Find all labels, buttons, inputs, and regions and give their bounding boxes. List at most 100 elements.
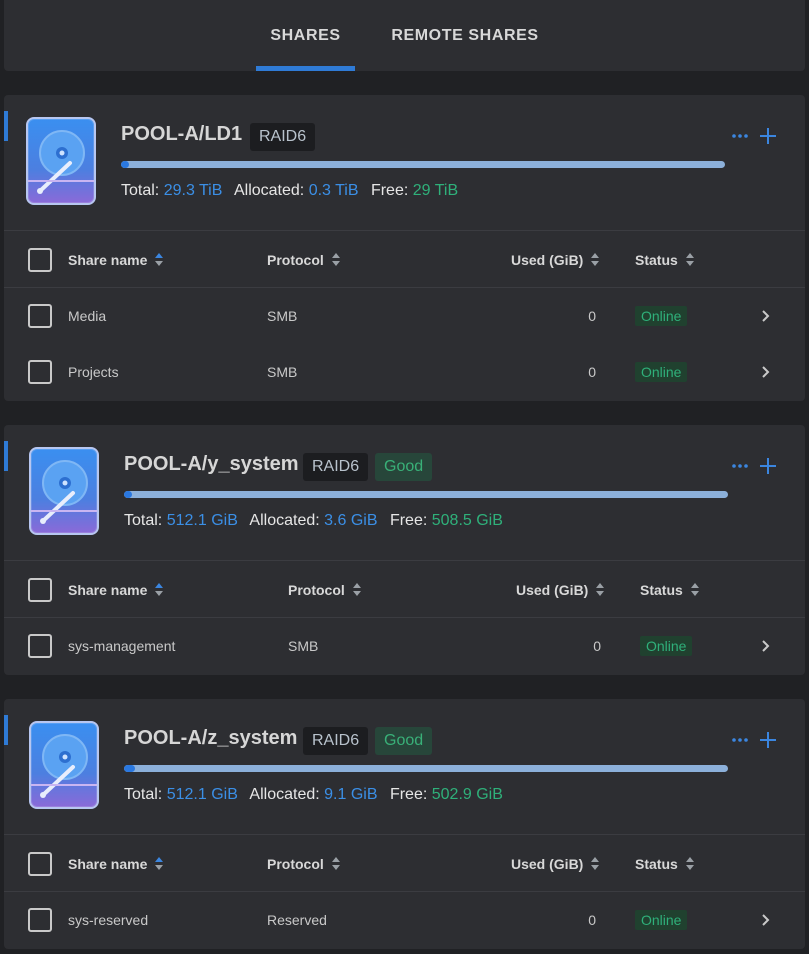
chevron-right-icon[interactable] [762, 618, 770, 674]
pool-name: POOL-A/z_system [124, 727, 298, 749]
health-badge: Good [375, 453, 433, 481]
table-row[interactable]: sys-reserved Reserved 0 Online [4, 892, 805, 948]
usage-bar [124, 765, 728, 772]
status-cell: Online [640, 618, 693, 674]
hard-disk-icon [26, 117, 96, 205]
allocated-label: Allocated: [249, 512, 320, 529]
sort-icon [352, 582, 361, 597]
raid-badge: RAID6 [250, 123, 316, 151]
table-header: Share name Protocol Used (GiB) Status [4, 561, 805, 618]
column-label: Status [635, 251, 678, 268]
table-row[interactable]: Projects SMB 0 Online [4, 344, 805, 400]
share-name-cell: sys-reserved [68, 912, 149, 928]
protocol-cell: SMB [288, 638, 319, 654]
hard-disk-icon [29, 447, 99, 535]
chevron-right-icon[interactable] [762, 892, 770, 948]
pool-name: POOL-A/y_system [124, 453, 299, 475]
column-label: Protocol [267, 855, 324, 872]
free-label: Free: [389, 786, 428, 803]
column-label: Used (GiB) [511, 855, 584, 872]
used-cell: 0 [588, 364, 596, 380]
column-label: Share name [68, 581, 148, 598]
pool-card: POOL-A/y_system RAID6 Good Total: 512.1 … [4, 425, 805, 675]
sort-icon [155, 582, 164, 597]
tab-shares[interactable]: SHARES [256, 0, 355, 71]
tab-bar: SHARES REMOTE SHARES [4, 0, 805, 71]
column-label: Protocol [267, 251, 324, 268]
column-label: Status [635, 855, 678, 872]
sort-icon [685, 252, 694, 267]
free-value: 508.5 GiB [431, 512, 503, 529]
tab-remote-shares[interactable]: REMOTE SHARES [389, 0, 541, 71]
capacity-stats: Total: 512.1 GiB Allocated: 3.6 GiB Free… [124, 512, 511, 530]
column-label: Protocol [288, 581, 345, 598]
status-badge: Online [635, 362, 688, 382]
column-used[interactable]: Used (GiB) [516, 561, 605, 618]
protocol-cell: Reserved [267, 912, 327, 928]
more-options-icon[interactable] [728, 454, 752, 478]
free-value: 29 TiB [412, 182, 459, 199]
hard-disk-icon [29, 721, 99, 809]
select-all-checkbox[interactable] [28, 852, 52, 876]
chevron-right-icon[interactable] [762, 288, 770, 344]
share-name-cell: Media [68, 308, 107, 324]
used-cell: 0 [588, 912, 596, 928]
status-badge: Online [635, 306, 688, 326]
column-protocol[interactable]: Protocol [267, 231, 340, 288]
select-all-checkbox[interactable] [28, 248, 52, 272]
total-label: Total: [121, 182, 160, 199]
row-checkbox[interactable] [28, 360, 52, 384]
column-label: Used (GiB) [511, 251, 584, 268]
share-name-cell: sys-management [68, 638, 176, 654]
sort-icon [155, 856, 164, 871]
add-share-icon[interactable] [756, 124, 780, 148]
pool-header: POOL-A/LD1 RAID6 Total: 29.3 TiB Allocat… [4, 95, 805, 231]
capacity-stats: Total: 512.1 GiB Allocated: 9.1 GiB Free… [124, 786, 511, 804]
protocol-cell: SMB [267, 308, 298, 324]
total-value: 512.1 GiB [166, 786, 238, 803]
row-checkbox[interactable] [28, 908, 52, 932]
column-used[interactable]: Used (GiB) [511, 835, 600, 892]
column-used[interactable]: Used (GiB) [511, 231, 600, 288]
column-share-name[interactable]: Share name [68, 835, 164, 892]
chevron-right-icon[interactable] [762, 344, 770, 400]
column-protocol[interactable]: Protocol [267, 835, 340, 892]
add-share-icon[interactable] [756, 728, 780, 752]
allocated-value: 0.3 TiB [308, 182, 359, 199]
allocated-label: Allocated: [233, 182, 305, 199]
table-row[interactable]: Media SMB 0 Online [4, 288, 805, 344]
raid-badge: RAID6 [303, 727, 369, 755]
pool-card: POOL-A/LD1 RAID6 Total: 29.3 TiB Allocat… [4, 95, 805, 401]
table-header: Share name Protocol Used (GiB) Status [4, 231, 805, 288]
pool-card: POOL-A/z_system RAID6 Good Total: 512.1 … [4, 699, 805, 949]
column-share-name[interactable]: Share name [68, 561, 164, 618]
add-share-icon[interactable] [756, 454, 780, 478]
sort-icon [690, 582, 699, 597]
raid-badge: RAID6 [303, 453, 369, 481]
column-status[interactable]: Status [640, 561, 699, 618]
row-checkbox[interactable] [28, 634, 52, 658]
column-label: Share name [68, 251, 148, 268]
sort-icon [596, 582, 605, 597]
select-all-checkbox[interactable] [28, 578, 52, 602]
total-value: 512.1 GiB [166, 512, 238, 529]
more-options-icon[interactable] [728, 728, 752, 752]
usage-bar-fill [121, 161, 129, 168]
allocated-value: 9.1 GiB [324, 786, 378, 803]
column-share-name[interactable]: Share name [68, 231, 164, 288]
column-status[interactable]: Status [635, 231, 694, 288]
status-cell: Online [635, 344, 688, 400]
sort-icon [685, 856, 694, 871]
column-status[interactable]: Status [635, 835, 694, 892]
column-protocol[interactable]: Protocol [288, 561, 361, 618]
table-row[interactable]: sys-management SMB 0 Online [4, 618, 805, 674]
status-badge: Online [640, 636, 693, 656]
row-checkbox[interactable] [28, 304, 52, 328]
sort-icon [331, 856, 340, 871]
more-options-icon[interactable] [728, 124, 752, 148]
active-tab-indicator [256, 66, 355, 71]
capacity-stats: Total: 29.3 TiB Allocated: 0.3 TiB Free:… [121, 182, 466, 200]
free-label: Free: [370, 182, 409, 199]
column-label: Used (GiB) [516, 581, 589, 598]
status-cell: Online [635, 892, 688, 948]
